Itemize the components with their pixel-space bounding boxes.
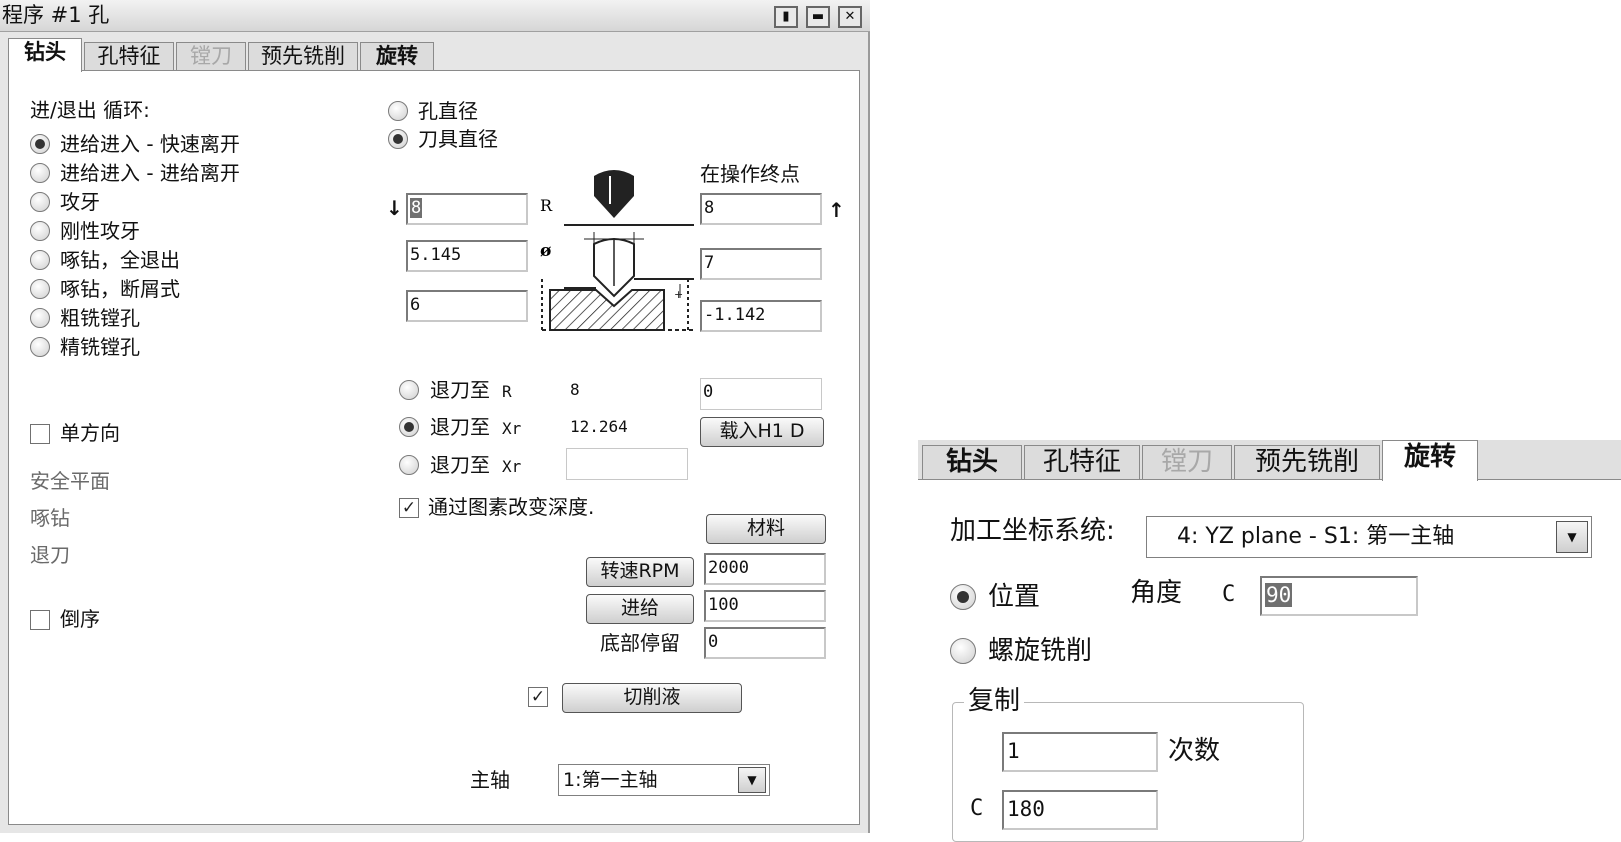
tab-boring-tool[interactable]: 镗刀 xyxy=(176,42,246,70)
reverse-label: 倒序 xyxy=(60,607,100,631)
tab-drill[interactable]: 钻头 xyxy=(922,445,1022,479)
reverse-checkbox[interactable] xyxy=(30,610,50,630)
radio-hole-diameter[interactable] xyxy=(388,101,408,121)
radio-cycle-rigid-tap[interactable] xyxy=(30,221,50,241)
retract-option-label: 退刀至 xyxy=(430,453,490,477)
radio-cycle-finish-bore[interactable] xyxy=(30,337,50,357)
cycle-option-label: 攻牙 xyxy=(60,190,100,214)
cycle-option-label: 啄钻，断屑式 xyxy=(60,277,180,301)
tab-hole-feature[interactable]: 孔特征 xyxy=(84,42,174,70)
radio-retract-r[interactable] xyxy=(399,380,419,400)
svg-text:+: + xyxy=(674,288,683,301)
copy-count-label: 次数 xyxy=(1168,736,1221,766)
angle-axis-label: C xyxy=(1222,582,1236,607)
tab-boring-tool[interactable]: 镗刀 xyxy=(1142,445,1232,479)
radio-cycle-chip-break[interactable] xyxy=(30,279,50,299)
title-bar: 程序 #1 孔 ▮ ▬ ✕ xyxy=(0,0,870,32)
radio-spiral-mill[interactable] xyxy=(950,638,976,664)
chevron-down-icon[interactable]: ▼ xyxy=(1556,521,1588,553)
retract-value: 12.264 xyxy=(570,417,628,436)
radio-cycle-feed-feed[interactable] xyxy=(30,163,50,183)
retract-value: 8 xyxy=(570,380,580,399)
chevron-down-icon[interactable]: ▼ xyxy=(738,767,766,793)
diameter-symbol: ø xyxy=(540,241,551,261)
pin-icon[interactable]: ▮ xyxy=(774,6,798,28)
radio-cycle-feed-rapid[interactable] xyxy=(30,134,50,154)
retract-axis-label: Xr xyxy=(502,457,522,476)
cycle-option-label: 进给进入 - 快速离开 xyxy=(60,132,240,156)
tab-pre-mill[interactable]: 预先铣削 xyxy=(248,42,358,70)
coord-system-label: 加工坐标系统: xyxy=(950,516,1115,546)
tool-diameter-label: 刀具直径 xyxy=(418,127,498,151)
radio-cycle-peck-full[interactable] xyxy=(30,250,50,270)
change-depth-label: 通过图素改变深度. xyxy=(428,495,595,519)
tab-drill[interactable]: 钻头 xyxy=(8,38,82,72)
feed-button[interactable]: 进给 xyxy=(586,594,694,624)
retract-label: 退刀 xyxy=(30,543,70,567)
radio-cycle-tap[interactable] xyxy=(30,192,50,212)
end-bottom-input[interactable]: -1.142 xyxy=(700,300,822,332)
feed-input[interactable]: 100 xyxy=(704,590,826,622)
one-direction-label: 单方向 xyxy=(60,421,120,445)
arrow-up-icon: ↑ xyxy=(828,198,845,222)
retract-offset-input[interactable]: 0 xyxy=(700,378,822,410)
dwell-label: 底部停留 xyxy=(600,631,680,655)
dwell-input[interactable]: 0 xyxy=(704,627,826,659)
tab-rotation[interactable]: 旋转 xyxy=(360,42,434,70)
hole-diameter-label: 孔直径 xyxy=(418,99,478,123)
r-plane-input[interactable]: 8 xyxy=(406,193,528,225)
angle-label: 角度 xyxy=(1130,578,1183,608)
cycle-heading: 进/退出 循环: xyxy=(30,98,150,122)
retract-option-label: 退刀至 xyxy=(430,378,490,402)
minimize-icon[interactable]: ▬ xyxy=(806,6,830,28)
copy-angle-input[interactable]: 180 xyxy=(1002,790,1158,830)
tab-pre-mill[interactable]: 预先铣削 xyxy=(1234,445,1380,479)
safe-plane-label: 安全平面 xyxy=(30,469,110,493)
radio-position[interactable] xyxy=(950,584,976,610)
r-label: R xyxy=(540,196,553,215)
retract-axis-label: R xyxy=(502,382,512,401)
change-depth-checkbox[interactable]: ✓ xyxy=(399,498,419,518)
peck-label: 啄钻 xyxy=(30,506,70,530)
cycle-option-label: 精铣镗孔 xyxy=(60,335,140,359)
coord-system-select[interactable]: 4: YZ plane - S1: 第一主轴 xyxy=(1146,516,1592,558)
arrow-down-icon: ↓ xyxy=(386,196,403,220)
copy-count-input[interactable]: 1 xyxy=(1002,732,1158,772)
drill-diagram: R ø + xyxy=(540,170,694,331)
radio-retract-xr-custom[interactable] xyxy=(399,455,419,475)
diameter-input[interactable]: 5.145 xyxy=(406,240,528,272)
window-title: 程序 #1 孔 xyxy=(2,3,110,27)
end-mid-input[interactable]: 7 xyxy=(700,248,822,280)
position-label: 位置 xyxy=(988,582,1041,612)
one-direction-checkbox[interactable] xyxy=(30,424,50,444)
radio-cycle-rough-bore[interactable] xyxy=(30,308,50,328)
speed-rpm-button[interactable]: 转速RPM xyxy=(586,557,694,587)
copy-axis-label: C xyxy=(970,796,984,821)
tab-hole-feature[interactable]: 孔特征 xyxy=(1024,445,1140,479)
load-h1-d-button[interactable]: 载入H1 D xyxy=(700,417,824,447)
copy-group-label: 复制 xyxy=(964,686,1025,716)
depth-input[interactable]: 6 xyxy=(406,290,528,322)
tab-rotation[interactable]: 旋转 xyxy=(1382,440,1478,481)
radio-retract-xr[interactable] xyxy=(399,417,419,437)
coolant-button[interactable]: 切削液 xyxy=(562,683,742,713)
material-button[interactable]: 材料 xyxy=(706,514,826,544)
spindle-label: 主轴 xyxy=(470,768,510,792)
coolant-checkbox[interactable]: ✓ xyxy=(528,687,548,707)
close-icon[interactable]: ✕ xyxy=(838,6,862,28)
end-top-input[interactable]: 8 xyxy=(700,193,822,225)
spiral-mill-label: 螺旋铣削 xyxy=(988,636,1093,666)
cycle-option-label: 啄钻，全退出 xyxy=(60,248,180,272)
speed-rpm-input[interactable]: 2000 xyxy=(704,553,826,585)
cycle-option-label: 进给进入 - 进给离开 xyxy=(60,161,240,185)
cycle-option-label: 粗铣镗孔 xyxy=(60,306,140,330)
operation-end-label: 在操作终点 xyxy=(700,162,800,186)
cycle-option-label: 刚性攻牙 xyxy=(60,219,140,243)
retract-custom-input[interactable] xyxy=(566,448,688,480)
retract-axis-label: Xr xyxy=(502,419,522,438)
angle-input[interactable]: 90 xyxy=(1260,576,1418,616)
radio-tool-diameter[interactable] xyxy=(388,129,408,149)
retract-option-label: 退刀至 xyxy=(430,415,490,439)
